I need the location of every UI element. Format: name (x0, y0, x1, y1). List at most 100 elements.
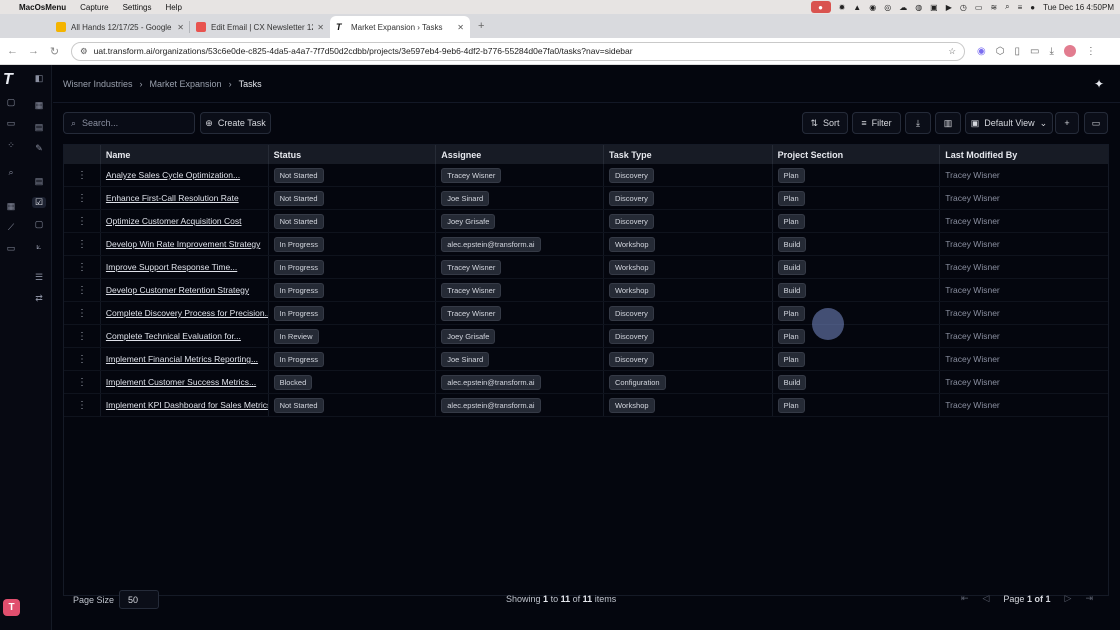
task-name-link[interactable]: Develop Customer Retention Strategy (106, 285, 249, 295)
camera-icon[interactable]: ◎ (884, 3, 891, 12)
close-icon[interactable]: ✕ (457, 23, 464, 32)
page-size-input[interactable]: 50 (119, 590, 160, 609)
task-name-link[interactable]: Analyze Sales Cycle Optimization... (106, 170, 240, 180)
app-status-icon[interactable]: ▲ (853, 3, 861, 12)
search-input[interactable]: ⌕ Search... (63, 112, 195, 134)
row-menu-icon[interactable]: ⋮ (64, 279, 101, 301)
table-row[interactable]: ⋮ Develop Customer Retention Strategy In P… (64, 279, 1108, 302)
table-row[interactable]: ⋮ Complete Discovery Process for Precisio… (64, 302, 1108, 325)
globe-icon[interactable]: ◉ (869, 3, 876, 12)
nav-tasks-icon[interactable]: ☑ (32, 197, 46, 208)
download-icon[interactable]: ⤓ (1049, 46, 1053, 57)
reload-icon[interactable]: ↻ (44, 45, 65, 58)
task-name-link[interactable]: Optimize Customer Acquisition Cost (106, 216, 242, 226)
display-icon[interactable]: ▣ (930, 3, 938, 12)
row-menu-icon[interactable]: ⋮ (64, 210, 101, 232)
row-menu-icon[interactable]: ⋮ (64, 164, 101, 186)
row-menu-icon[interactable]: ⋮ (64, 187, 101, 209)
task-name-link[interactable]: Implement Financial Metrics Reporting... (106, 354, 258, 364)
browser-tab-edit-email[interactable]: Edit Email | CX Newsletter 12 ✕ (190, 16, 330, 38)
nav-list-icon[interactable]: ☰ (32, 272, 46, 283)
comments-button[interactable]: ▭ (1084, 112, 1108, 134)
datetime[interactable]: Tue Dec 16 4:50PM (1043, 3, 1114, 12)
new-tab-icon[interactable]: + (478, 20, 484, 32)
collapse-sidebar-icon[interactable]: ◧ (32, 73, 46, 84)
user-avatar[interactable]: T (3, 599, 20, 616)
previous-page-icon[interactable]: ◁ (983, 593, 990, 604)
table-row[interactable]: ⋮ Implement Financial Metrics Reporting..… (64, 348, 1108, 371)
cloud-icon[interactable]: ☁ (899, 3, 907, 12)
table-row[interactable]: ⋮ Enhance First-Call Resolution Rate Not S… (64, 187, 1108, 210)
browser-tab-market-expansion[interactable]: T Market Expansion › Tasks ✕ (330, 16, 470, 38)
row-menu-icon[interactable]: ⋮ (64, 348, 101, 370)
header-last-modified[interactable]: Last Modified By (940, 145, 1108, 164)
transform-logo-icon[interactable]: T (3, 71, 13, 89)
close-icon[interactable]: ✕ (317, 23, 324, 32)
first-page-icon[interactable]: ⇤ (961, 593, 969, 604)
table-row[interactable]: ⋮ Develop Win Rate Improvement Strategy In… (64, 233, 1108, 256)
task-name-link[interactable]: Implement KPI Dashboard for Sales Metric… (106, 400, 268, 410)
last-page-icon[interactable]: ⇥ (1085, 593, 1093, 604)
battery-icon[interactable]: ▭ (975, 3, 983, 12)
menu-settings[interactable]: Settings (123, 3, 152, 12)
filter-button[interactable]: ≡ Filter (852, 112, 901, 134)
profile-avatar[interactable] (1063, 45, 1076, 57)
task-name-link[interactable]: Enhance First-Call Resolution Rate (106, 193, 239, 203)
browser-tab-all-hands[interactable]: All Hands 12/17/25 - Google ✕ (50, 16, 190, 38)
table-row[interactable]: ⋮ Implement Customer Success Metrics... Bl… (64, 371, 1108, 394)
task-name-link[interactable]: Improve Support Response Time... (106, 262, 237, 272)
siri-icon[interactable]: ● (1030, 3, 1035, 12)
header-task-type[interactable]: Task Type (604, 145, 773, 164)
forward-icon[interactable]: → (23, 45, 44, 57)
task-name-link[interactable]: Implement Customer Success Metrics... (106, 377, 256, 387)
nav-reports-icon[interactable]: ⟀ (32, 241, 46, 252)
puzzle-icon[interactable]: ⬡ (996, 46, 1005, 57)
nav-files-icon[interactable]: ▤ (32, 176, 46, 187)
address-bar[interactable]: ⚙ uat.transform.ai/organizations/53c6e0d… (71, 41, 965, 61)
close-icon[interactable]: ✕ (177, 23, 184, 32)
view-select[interactable]: ▣ Default View ⌄ (965, 112, 1053, 134)
nav-docs-icon[interactable]: ▤ (32, 122, 46, 133)
brightness-icon[interactable]: ✹ (839, 3, 846, 12)
play-icon[interactable]: ▶ (946, 3, 952, 12)
row-menu-icon[interactable]: ⋮ (64, 256, 101, 278)
tab-search-icon[interactable]: ▭ (1030, 46, 1039, 57)
table-row[interactable]: ⋮ Improve Support Response Time... In Prog… (64, 256, 1108, 279)
microphone-icon[interactable]: ● (810, 1, 831, 13)
header-assignee[interactable]: Assignee (436, 145, 604, 164)
wifi-icon[interactable]: ≋ (990, 3, 997, 12)
export-button[interactable]: ⤓ (905, 112, 931, 134)
nav-apps-icon[interactable]: ▦ (32, 100, 46, 111)
nav-analytics-icon[interactable]: ⟋ (4, 222, 18, 233)
sidebar-icon[interactable]: ▯ (1014, 46, 1020, 57)
extension-icon[interactable]: ◉ (977, 46, 986, 57)
row-menu-icon[interactable]: ⋮ (64, 302, 101, 324)
ai-sparkle-icon[interactable]: ✦ (1094, 77, 1104, 91)
nav-page-icon[interactable]: ▢ (32, 219, 46, 230)
sort-button[interactable]: ⇅ Sort (802, 112, 848, 134)
nav-transfer-icon[interactable]: ⇄ (32, 293, 46, 304)
nav-search-icon[interactable]: ⌕ (4, 167, 18, 178)
task-name-link[interactable]: Develop Win Rate Improvement Strategy (106, 239, 260, 249)
back-icon[interactable]: ← (2, 45, 23, 57)
browser-menu-icon[interactable]: ⋮ (1086, 46, 1096, 57)
site-info-icon[interactable]: ⚙ (80, 46, 88, 57)
header-status[interactable]: Status (269, 145, 437, 164)
add-view-button[interactable]: + (1055, 112, 1079, 134)
nav-edit-icon[interactable]: ✎ (32, 143, 46, 154)
menu-help[interactable]: Help (166, 3, 182, 12)
record-icon[interactable]: ◍ (915, 3, 922, 12)
row-menu-icon[interactable]: ⋮ (64, 371, 101, 393)
next-page-icon[interactable]: ▷ (1065, 593, 1072, 604)
table-row[interactable]: ⋮ Implement KPI Dashboard for Sales Metri… (64, 394, 1108, 417)
table-row[interactable]: ⋮ Analyze Sales Cycle Optimization... Not … (64, 164, 1108, 187)
header-project-section[interactable]: Project Section (773, 145, 941, 164)
breadcrumb-project[interactable]: Market Expansion (150, 79, 222, 89)
bookmark-star-icon[interactable]: ☆ (948, 46, 956, 57)
columns-button[interactable]: ▥ (935, 112, 961, 134)
menu-app[interactable]: MacOsMenu (19, 3, 66, 12)
nav-connections-icon[interactable]: ⁘ (4, 140, 18, 151)
nav-home-icon[interactable]: ▢ (4, 97, 18, 108)
row-menu-icon[interactable]: ⋮ (64, 394, 101, 416)
breadcrumb-organization[interactable]: Wisner Industries (63, 79, 133, 89)
